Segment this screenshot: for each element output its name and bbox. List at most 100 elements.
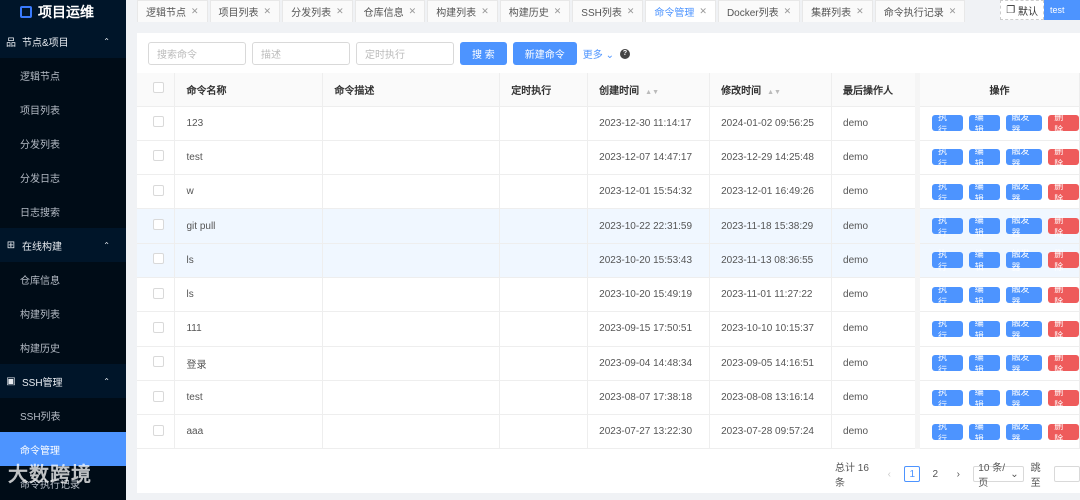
row-checkbox[interactable]: [153, 321, 164, 333]
trigger-button[interactable]: 触发器: [1005, 318, 1043, 341]
trigger-button[interactable]: 触发器: [1005, 284, 1043, 307]
edit-button[interactable]: 编 辑: [968, 112, 1000, 135]
row-checkbox[interactable]: [153, 356, 164, 368]
trigger-button[interactable]: 触发器: [1005, 112, 1043, 135]
edit-button[interactable]: 编 辑: [968, 318, 1000, 341]
sidebar-item[interactable]: SSH列表: [0, 398, 126, 432]
row-checkbox[interactable]: [153, 116, 164, 128]
sidebar-item[interactable]: 仓库信息: [0, 262, 126, 296]
page-1[interactable]: 1: [904, 466, 921, 482]
delete-button[interactable]: 删 除: [1048, 181, 1079, 204]
edit-button[interactable]: 编 辑: [968, 352, 1000, 375]
tab[interactable]: 构建历史 ✕: [499, 0, 571, 22]
sidebar-item[interactable]: 分发日志: [0, 160, 126, 194]
close-icon[interactable]: ✕: [949, 6, 957, 17]
run-button[interactable]: 执 行: [932, 146, 963, 169]
tab[interactable]: SSH列表 ✕: [572, 0, 644, 22]
close-icon[interactable]: ✕: [191, 6, 199, 17]
row-checkbox[interactable]: [153, 219, 164, 231]
description-input[interactable]: 描述: [252, 42, 350, 65]
edit-button[interactable]: 编 辑: [968, 387, 1000, 410]
page-size-select[interactable]: 10 条/页 ⌄: [973, 463, 1024, 489]
trigger-button[interactable]: 触发器: [1005, 249, 1043, 272]
checkbox[interactable]: [153, 82, 164, 94]
close-icon[interactable]: ✕: [627, 6, 635, 17]
delete-button[interactable]: 删 除: [1048, 146, 1079, 169]
edit-button[interactable]: 编 辑: [968, 181, 1000, 204]
new-command-button[interactable]: 新建命令: [512, 42, 577, 65]
edit-button[interactable]: 编 辑: [968, 284, 1000, 307]
sidebar-item[interactable]: 构建列表: [0, 296, 126, 330]
tab[interactable]: 分发列表 ✕: [282, 0, 353, 22]
trigger-button[interactable]: 触发器: [1005, 421, 1043, 444]
delete-button[interactable]: 删 除: [1048, 215, 1079, 238]
run-button[interactable]: 执 行: [932, 421, 963, 444]
row-checkbox[interactable]: [153, 424, 164, 436]
sort-icon[interactable]: ▲▼: [645, 89, 659, 96]
next-page[interactable]: ›: [950, 466, 966, 482]
delete-button[interactable]: 删 除: [1048, 318, 1079, 341]
close-icon[interactable]: ✕: [856, 6, 864, 17]
tab[interactable]: 集群列表 ✕: [802, 0, 873, 22]
tab[interactable]: 命令执行记录 ✕: [874, 0, 966, 22]
sidebar-item[interactable]: 逻辑节点: [0, 58, 126, 92]
sort-icon[interactable]: ▲▼: [767, 89, 781, 96]
trigger-button[interactable]: 触发器: [1005, 387, 1043, 410]
run-button[interactable]: 执 行: [932, 387, 963, 410]
run-button[interactable]: 执 行: [932, 352, 963, 375]
menu-group[interactable]: ⊞ 在线构建 ⌃: [0, 228, 126, 262]
delete-button[interactable]: 删 除: [1048, 284, 1079, 307]
delete-button[interactable]: 删 除: [1048, 249, 1079, 272]
row-checkbox[interactable]: [153, 253, 164, 265]
edit-button[interactable]: 编 辑: [968, 421, 1000, 444]
delete-button[interactable]: 删 除: [1048, 387, 1079, 410]
run-button[interactable]: 执 行: [932, 181, 963, 204]
tab[interactable]: Docker列表 ✕: [717, 0, 801, 22]
trigger-button[interactable]: 触发器: [1005, 146, 1043, 169]
jump-input[interactable]: [1054, 466, 1080, 482]
close-icon[interactable]: ✕: [699, 6, 707, 17]
trigger-button[interactable]: 触发器: [1005, 215, 1043, 238]
close-icon[interactable]: ✕: [409, 6, 417, 17]
row-checkbox[interactable]: [153, 287, 164, 299]
run-button[interactable]: 执 行: [932, 284, 963, 307]
tab[interactable]: 命令管理 ✕: [645, 0, 716, 22]
close-icon[interactable]: ✕: [336, 6, 344, 17]
delete-button[interactable]: 删 除: [1048, 112, 1079, 135]
tab[interactable]: 构建列表 ✕: [427, 0, 498, 22]
delete-button[interactable]: 删 除: [1048, 352, 1079, 375]
help-icon[interactable]: ?: [619, 48, 630, 59]
page-2[interactable]: 2: [927, 466, 943, 482]
tab[interactable]: 项目列表 ✕: [209, 0, 281, 22]
sidebar-item[interactable]: 日志搜索: [0, 194, 126, 228]
workspace-default[interactable]: ❐ 默认: [1000, 0, 1044, 20]
sidebar-item[interactable]: 项目列表: [0, 92, 126, 126]
sidebar-item[interactable]: 分发列表: [0, 126, 126, 160]
trigger-button[interactable]: 触发器: [1005, 181, 1043, 204]
menu-group[interactable]: 品节点&项目 ⌃: [0, 24, 126, 58]
run-button[interactable]: 执 行: [932, 112, 963, 135]
sidebar-item[interactable]: 构建历史: [0, 330, 126, 364]
app-logo[interactable]: 项目运维: [0, 0, 126, 24]
trigger-button[interactable]: 触发器: [1005, 352, 1043, 375]
search-button[interactable]: 搜 索: [460, 42, 507, 65]
tab[interactable]: 逻辑节点 ✕: [137, 0, 208, 22]
edit-button[interactable]: 编 辑: [968, 249, 1000, 272]
user-menu[interactable]: test: [1044, 0, 1080, 20]
close-icon[interactable]: ✕: [554, 6, 562, 17]
close-icon[interactable]: ✕: [481, 6, 489, 17]
run-button[interactable]: 执 行: [932, 215, 963, 238]
edit-button[interactable]: 编 辑: [968, 215, 1000, 238]
run-button[interactable]: 执 行: [932, 249, 963, 272]
close-icon[interactable]: ✕: [784, 6, 792, 17]
search-command-input[interactable]: 搜索命令: [148, 42, 246, 65]
tab[interactable]: 仓库信息 ✕: [354, 0, 426, 22]
delete-button[interactable]: 删 除: [1048, 421, 1079, 444]
edit-button[interactable]: 编 辑: [968, 146, 1000, 169]
prev-page[interactable]: ‹: [881, 466, 897, 482]
row-checkbox[interactable]: [153, 150, 164, 162]
close-icon[interactable]: ✕: [264, 6, 272, 17]
menu-group[interactable]: ▣ SSH管理 ⌃: [0, 364, 126, 398]
row-checkbox[interactable]: [153, 390, 164, 402]
more-dropdown[interactable]: 更多 ⌄: [583, 46, 614, 61]
